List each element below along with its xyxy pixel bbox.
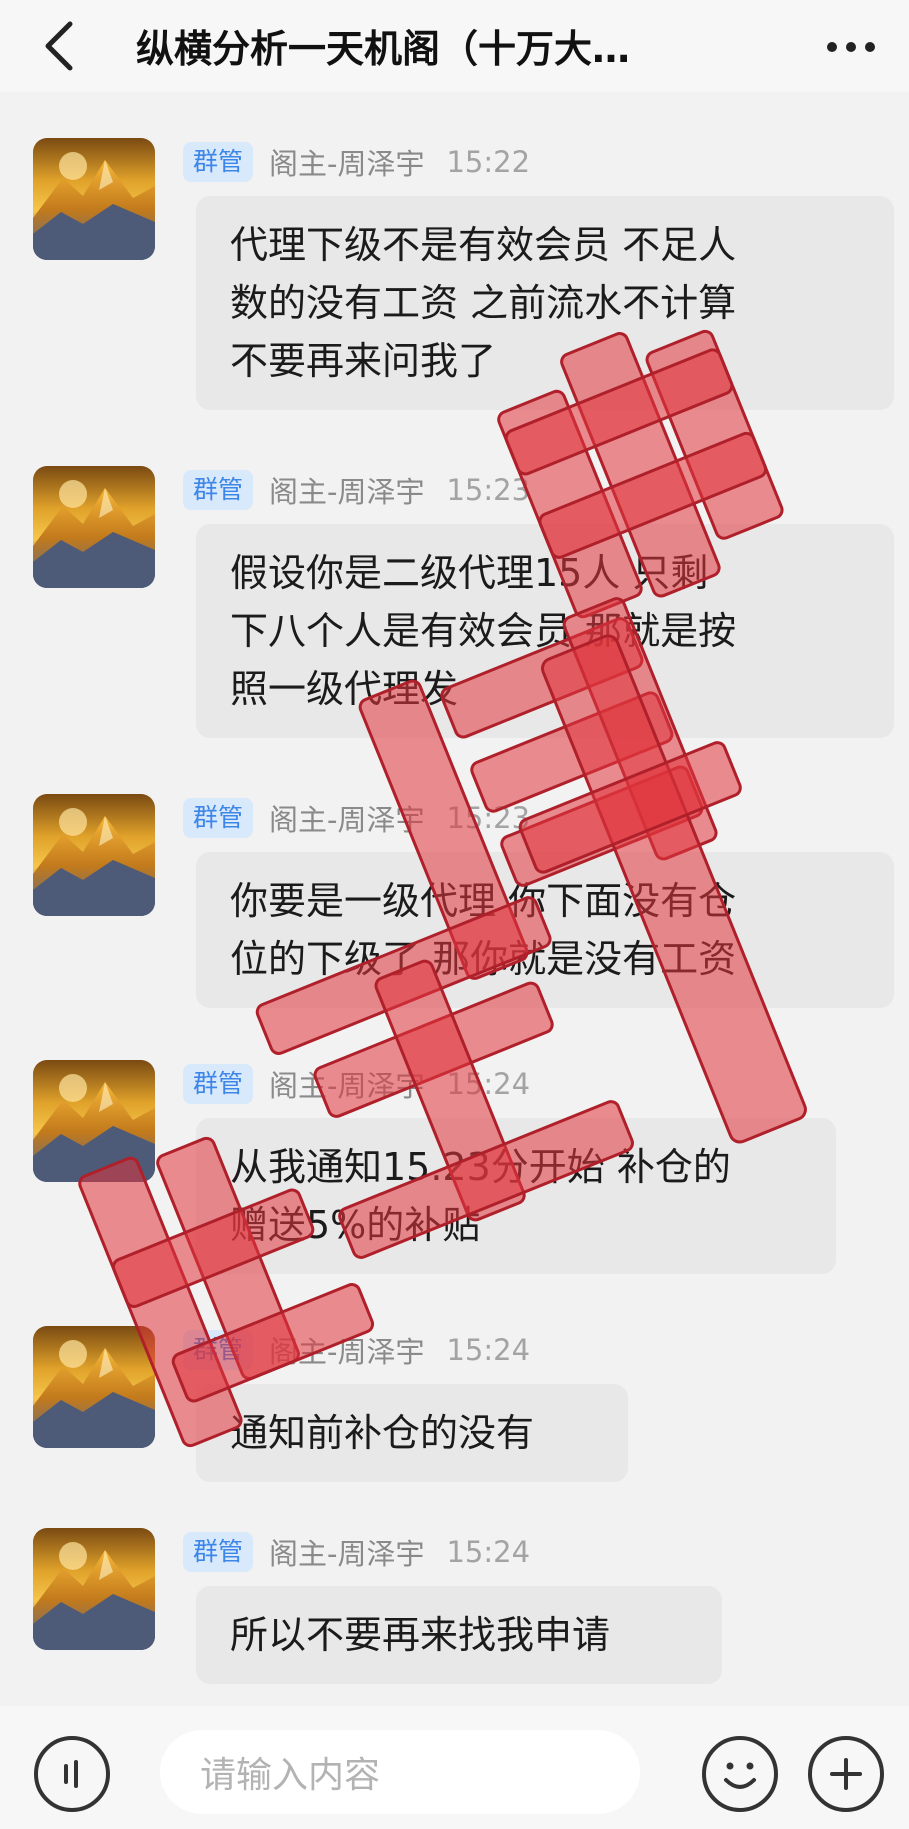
role-badge: 群管 <box>183 798 254 838</box>
input-bar: 请输入内容 <box>0 1706 909 1829</box>
message-time: 15:24 <box>446 1333 531 1367</box>
voice-button[interactable] <box>34 1736 110 1812</box>
plus-icon <box>830 1758 862 1790</box>
emoji-button[interactable] <box>702 1736 778 1812</box>
avatar-image <box>33 138 155 260</box>
message-line: 从我通知15.23分开始 补仓的 <box>230 1145 731 1189</box>
add-button[interactable] <box>808 1736 884 1812</box>
sender-name[interactable]: 阁主-周泽宇 <box>269 141 424 183</box>
role-badge: 群管 <box>183 470 254 510</box>
message-time: 15:22 <box>446 145 531 179</box>
avatar[interactable] <box>33 1060 155 1182</box>
message-time: 15:24 <box>446 1535 531 1569</box>
role-badge: 群管 <box>183 1330 254 1370</box>
message-meta: 群管 阁主-周泽宇 15:23 <box>183 798 530 838</box>
message-line: 不要再来问我了 <box>230 339 497 383</box>
role-badge: 群管 <box>183 142 254 182</box>
message-time: 15:24 <box>446 1067 531 1101</box>
message-line: 下八个人是有效会员 那就是按 <box>230 609 737 653</box>
message-meta: 群管 阁主-周泽宇 15:22 <box>183 142 530 182</box>
avatar[interactable] <box>33 1528 155 1650</box>
smiley-icon <box>724 1762 756 1789</box>
avatar[interactable] <box>33 1326 155 1448</box>
role-badge: 群管 <box>183 1532 254 1572</box>
message-meta: 群管 阁主-周泽宇 15:24 <box>183 1064 530 1104</box>
message-line: 代理下级不是有效会员 不足人 <box>230 223 737 267</box>
message-time: 15:23 <box>446 473 531 507</box>
avatar-image <box>33 466 155 588</box>
message-meta: 群管 阁主-周泽宇 15:24 <box>183 1532 530 1572</box>
sender-name[interactable]: 阁主-周泽宇 <box>269 1329 424 1371</box>
back-button[interactable] <box>28 16 88 76</box>
chat-title: 纵横分析一天机阁（十万大… <box>136 27 631 71</box>
back-arrow-icon <box>45 21 73 71</box>
sender-name[interactable]: 阁主-周泽宇 <box>269 469 424 511</box>
message-time: 15:23 <box>446 801 531 835</box>
avatar[interactable] <box>33 794 155 916</box>
sender-name[interactable]: 阁主-周泽宇 <box>269 797 424 839</box>
message-bubble[interactable]: 所以不要再来找我申请 <box>196 1586 722 1684</box>
more-dot <box>846 42 856 52</box>
message-line: 照一级代理发 <box>230 667 459 711</box>
avatar-image <box>33 794 155 916</box>
message-bubble[interactable]: 你要是一级代理 你下面没有仓 位的下级了 那你就是没有工资 <box>196 852 894 1008</box>
avatar[interactable] <box>33 138 155 260</box>
more-dot <box>865 42 875 52</box>
avatar-image <box>33 1326 155 1448</box>
message-bubble[interactable]: 代理下级不是有效会员 不足人 数的没有工资 之前流水不计算 不要再来问我了 <box>196 196 894 410</box>
message-line: 位的下级了 那你就是没有工资 <box>230 937 737 981</box>
message-input[interactable]: 请输入内容 <box>160 1730 640 1814</box>
message-meta: 群管 阁主-周泽宇 15:24 <box>183 1330 530 1370</box>
avatar[interactable] <box>33 466 155 588</box>
voice-icon <box>64 1760 78 1788</box>
more-dots-icon <box>827 42 837 52</box>
sender-name[interactable]: 阁主-周泽宇 <box>269 1531 424 1573</box>
sender-name[interactable]: 阁主-周泽宇 <box>269 1063 424 1105</box>
input-placeholder: 请输入内容 <box>200 1755 381 1796</box>
message-meta: 群管 阁主-周泽宇 15:23 <box>183 470 530 510</box>
avatar-image <box>33 1060 155 1182</box>
message-line: 假设你是二级代理15人 只剩 <box>230 551 709 595</box>
chat-header: 纵横分析一天机阁（十万大… <box>0 0 909 92</box>
avatar-image <box>33 1528 155 1650</box>
message-bubble[interactable]: 假设你是二级代理15人 只剩 下八个人是有效会员 那就是按 照一级代理发 <box>196 524 894 738</box>
message-bubble[interactable]: 从我通知15.23分开始 补仓的 赠送5%的补贴 <box>196 1118 836 1274</box>
message-line: 数的没有工资 之前流水不计算 <box>230 281 737 325</box>
message-line: 所以不要再来找我申请 <box>230 1613 611 1657</box>
message-bubble[interactable]: 通知前补仓的没有 <box>196 1384 628 1482</box>
message-line: 赠送5%的补贴 <box>230 1203 481 1247</box>
more-button[interactable] <box>811 22 891 72</box>
message-line: 你要是一级代理 你下面没有仓 <box>230 879 737 923</box>
message-line: 通知前补仓的没有 <box>230 1411 535 1455</box>
role-badge: 群管 <box>183 1064 254 1104</box>
